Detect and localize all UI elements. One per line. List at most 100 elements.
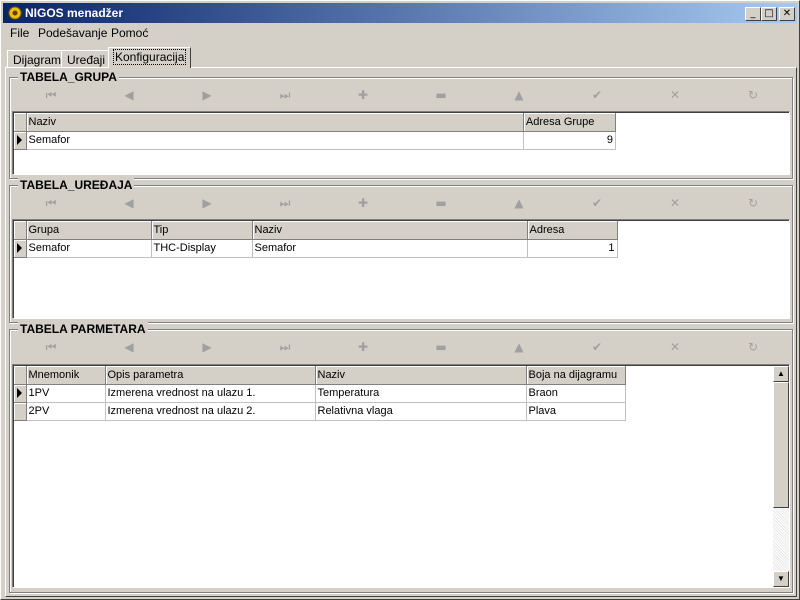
- delete-icon: ▬: [435, 88, 447, 102]
- cell-naziv[interactable]: Temperatura: [315, 384, 527, 403]
- prior-record-button[interactable]: ◀: [92, 192, 166, 214]
- table-row[interactable]: 2PV Izmerena vrednost na ulazu 2. Relati…: [14, 402, 626, 421]
- column-header[interactable]: Adresa: [527, 221, 618, 240]
- column-header[interactable]: Opis parametra: [105, 366, 316, 385]
- scroll-thumb[interactable]: [773, 382, 789, 508]
- tab-uredjaji[interactable]: Uređaji: [61, 50, 112, 68]
- indicator-header: [14, 221, 27, 240]
- cell-opis[interactable]: Izmerena vrednost na ulazu 1.: [105, 384, 316, 403]
- edit-button[interactable]: ▲: [482, 192, 556, 214]
- groupbox-uredjaja: TABELA_UREĐAJA ⏮ ◀ ▶ ⏭ ✚ ▬ ▲ ✔ ✕ ↻ Grupa Tip Nazi…: [9, 178, 793, 323]
- refresh-button[interactable]: ↻: [716, 192, 790, 214]
- menu-file[interactable]: File: [10, 26, 29, 40]
- menu-podesavanje[interactable]: Podešavanje: [38, 26, 107, 40]
- column-header[interactable]: Tip: [151, 221, 253, 240]
- column-header[interactable]: Naziv: [252, 221, 528, 240]
- first-record-button[interactable]: ⏮: [14, 336, 88, 358]
- cell-mnemonik[interactable]: 1PV: [26, 384, 106, 403]
- groupbox-parametara: TABELA PARMETARA ⏮ ◀ ▶ ⏭ ✚ ▬ ▲ ✔ ✕ ↻ Mnemonik Opi…: [9, 322, 793, 593]
- delete-button[interactable]: ▬: [404, 336, 478, 358]
- refresh-button[interactable]: ↻: [716, 336, 790, 358]
- cell-boja[interactable]: Plava: [526, 402, 626, 421]
- first-record-icon: ⏮: [45, 340, 57, 354]
- column-header[interactable]: Naziv: [315, 366, 527, 385]
- indicator-header: [14, 366, 27, 385]
- cancel-button[interactable]: ✕: [638, 84, 712, 106]
- last-record-button[interactable]: ⏭: [248, 336, 322, 358]
- menu-bar: File Podešavanje Pomoć: [3, 24, 797, 43]
- table-parametara: Mnemonik Opis parametra Naziv Boja na di…: [14, 366, 626, 421]
- cell-adresa[interactable]: 1: [527, 239, 618, 258]
- next-record-button[interactable]: ▶: [170, 336, 244, 358]
- cell-boja[interactable]: Braon: [526, 384, 626, 403]
- title-bar[interactable]: NIGOS menadžer _ □ ✕: [3, 3, 797, 23]
- menu-pomoc[interactable]: Pomoć: [111, 26, 148, 40]
- tab-dijagram[interactable]: Dijagram: [7, 50, 68, 68]
- next-record-button[interactable]: ▶: [170, 192, 244, 214]
- grid-grupa[interactable]: Naziv Adresa Grupe Semafor 9: [12, 111, 790, 175]
- cancel-button[interactable]: ✕: [638, 192, 712, 214]
- cell-naziv[interactable]: Semafor: [252, 239, 528, 258]
- delete-button[interactable]: ▬: [404, 192, 478, 214]
- groupbox-title: TABELA_UREĐAJA: [18, 178, 135, 192]
- insert-button[interactable]: ✚: [326, 336, 400, 358]
- vertical-scrollbar[interactable]: ▲ ▼: [773, 366, 789, 587]
- prior-record-button[interactable]: ◀: [92, 84, 166, 106]
- current-row-icon: [17, 388, 22, 398]
- arrow-up-icon: ▲: [777, 369, 785, 378]
- minimize-button[interactable]: _: [745, 7, 761, 21]
- grid-uredjaja[interactable]: Grupa Tip Naziv Adresa Semafor THC-Displ…: [12, 219, 790, 319]
- cancel-icon: ✕: [669, 88, 681, 102]
- last-record-button[interactable]: ⏭: [248, 84, 322, 106]
- post-icon: ✔: [591, 196, 603, 210]
- refresh-button[interactable]: ↻: [716, 84, 790, 106]
- last-record-button[interactable]: ⏭: [248, 192, 322, 214]
- column-header[interactable]: Boja na dijagramu: [526, 366, 626, 385]
- cell-tip[interactable]: THC-Display: [151, 239, 253, 258]
- cell-mnemonik[interactable]: 2PV: [26, 402, 106, 421]
- first-record-button[interactable]: ⏮: [14, 84, 88, 106]
- refresh-icon: ↻: [747, 196, 759, 210]
- table-row[interactable]: 1PV Izmerena vrednost na ulazu 1. Temper…: [14, 384, 626, 403]
- cell-naziv[interactable]: Relativna vlaga: [315, 402, 527, 421]
- close-button[interactable]: ✕: [779, 7, 795, 21]
- row-indicator: [14, 384, 27, 403]
- table-row[interactable]: Semafor THC-Display Semafor 1: [14, 239, 618, 258]
- post-icon: ✔: [591, 88, 603, 102]
- column-header[interactable]: Grupa: [26, 221, 152, 240]
- next-record-button[interactable]: ▶: [170, 84, 244, 106]
- post-button[interactable]: ✔: [560, 84, 634, 106]
- edit-button[interactable]: ▲: [482, 336, 556, 358]
- maximize-button[interactable]: □: [761, 7, 777, 21]
- scroll-down-button[interactable]: ▼: [773, 571, 789, 587]
- scroll-up-button[interactable]: ▲: [773, 366, 789, 382]
- delete-button[interactable]: ▬: [404, 84, 478, 106]
- insert-icon: ✚: [357, 196, 369, 210]
- cell-naziv[interactable]: Semafor: [26, 131, 524, 150]
- insert-button[interactable]: ✚: [326, 192, 400, 214]
- post-button[interactable]: ✔: [560, 192, 634, 214]
- prior-record-icon: ◀: [124, 88, 134, 102]
- column-header[interactable]: Naziv: [26, 113, 524, 132]
- cell-adresa-grupe[interactable]: 9: [523, 131, 617, 150]
- post-icon: ✔: [591, 340, 603, 354]
- groupbox-grupa: TABELA_GRUPA ⏮ ◀ ▶ ⏭ ✚ ▬ ▲ ✔ ✕ ↻ Naziv Adresa Gru…: [9, 70, 793, 179]
- current-row-icon: [17, 243, 22, 253]
- column-header[interactable]: Adresa Grupe: [523, 113, 617, 132]
- current-row-icon: [17, 135, 22, 145]
- column-header[interactable]: Mnemonik: [26, 366, 106, 385]
- tab-konfiguracija[interactable]: Konfiguracija: [108, 47, 192, 68]
- cancel-button[interactable]: ✕: [638, 336, 712, 358]
- tab-label: Uređaji: [67, 53, 106, 67]
- app-window: NIGOS menadžer _ □ ✕ File Podešavanje Po…: [0, 0, 800, 600]
- grid-parametara[interactable]: Mnemonik Opis parametra Naziv Boja na di…: [12, 364, 790, 588]
- cell-grupa[interactable]: Semafor: [26, 239, 152, 258]
- post-button[interactable]: ✔: [560, 336, 634, 358]
- table-row[interactable]: Semafor 9: [14, 131, 617, 150]
- edit-button[interactable]: ▲: [482, 84, 556, 106]
- row-indicator: [14, 131, 27, 150]
- insert-button[interactable]: ✚: [326, 84, 400, 106]
- first-record-button[interactable]: ⏮: [14, 192, 88, 214]
- prior-record-button[interactable]: ◀: [92, 336, 166, 358]
- cell-opis[interactable]: Izmerena vrednost na ulazu 2.: [105, 402, 316, 421]
